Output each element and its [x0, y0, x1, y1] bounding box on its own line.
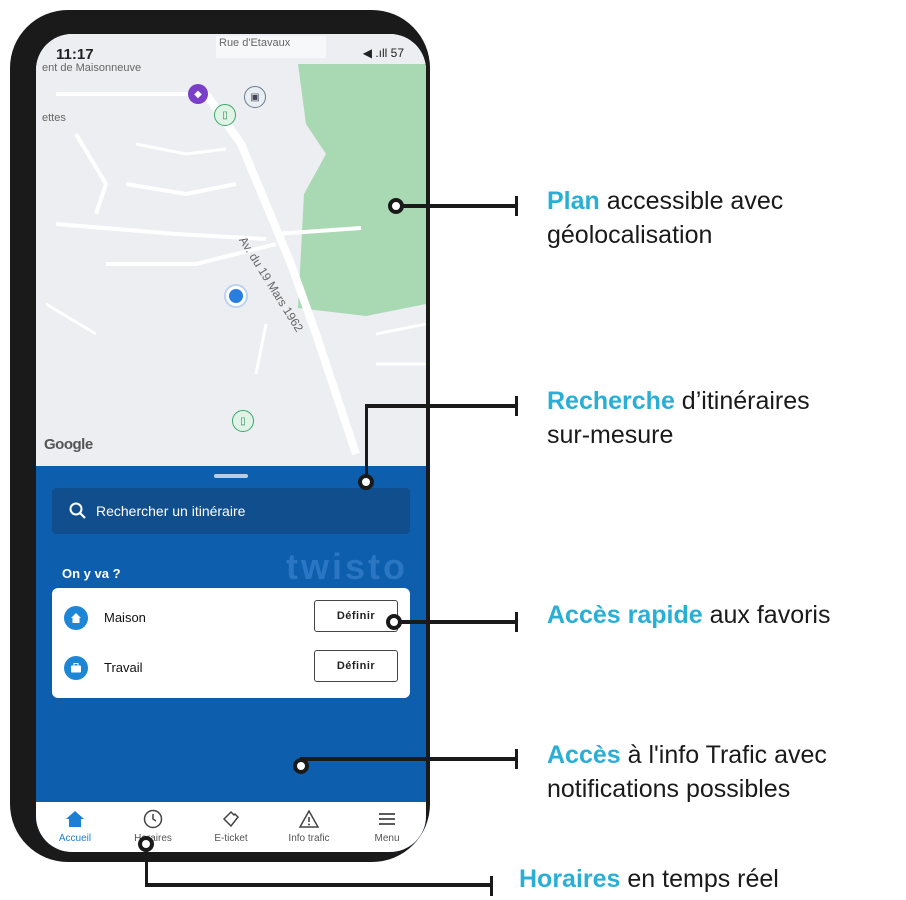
status-icons: ◀ .ıll 57: [362, 46, 404, 60]
callout-bold: Accès: [547, 741, 621, 769]
itinerary-search-input[interactable]: Rechercher un itinéraire: [52, 488, 410, 534]
callout-line-cap: [515, 196, 518, 216]
search-placeholder: Rechercher un itinéraire: [96, 503, 246, 519]
status-time: 11:17: [56, 46, 94, 63]
nav-label: Menu: [374, 833, 400, 844]
callout-text: en temps réel: [620, 865, 779, 893]
callout-text-line2: notifications possibles: [547, 775, 791, 803]
callout-line: [300, 757, 515, 761]
callout-bold: Accès rapide: [547, 601, 703, 629]
favorite-row-maison[interactable]: Maison Définir: [52, 596, 410, 640]
nav-label: Accueil: [58, 833, 92, 844]
building-poi-icon[interactable]: ▣: [244, 86, 266, 108]
favorite-label: Maison: [104, 610, 146, 625]
nav-eticket[interactable]: E-ticket: [192, 808, 270, 852]
callout-bold: Plan: [547, 187, 600, 215]
bottom-sheet: Rechercher un itinéraire twisto On y va …: [36, 466, 426, 852]
callout-line: [365, 404, 515, 408]
callout-plan: Plan accessible avec géolocalisation: [547, 184, 783, 252]
home-icon: [64, 606, 88, 630]
warning-icon: [298, 809, 320, 828]
bus-stop-poi-icon[interactable]: ▯: [214, 104, 236, 126]
bottom-nav: Accueil Horaires E-ticket Info trafic Me…: [36, 802, 426, 852]
callout-text: aux favoris: [702, 601, 831, 629]
callout-text: accessible avec: [599, 187, 784, 215]
callout-text-line2: sur-mesure: [547, 421, 674, 449]
callout-marker: [358, 474, 374, 490]
callout-line-cap: [515, 396, 518, 416]
home-icon: [66, 811, 84, 827]
callout-line: [145, 883, 490, 887]
favorites-card: Maison Définir Travail Définir: [52, 588, 410, 698]
map-place-label-2: ettes: [42, 112, 66, 124]
favorite-label: Travail: [104, 660, 143, 675]
callout-bold: Horaires: [519, 865, 621, 893]
nav-label: Info trafic: [288, 833, 330, 844]
nav-label: E-ticket: [214, 833, 248, 844]
callout-info-trafic: Accès à l'info Trafic avec notifications…: [547, 738, 827, 806]
define-home-button[interactable]: Définir: [314, 600, 398, 632]
briefcase-icon: [64, 656, 88, 680]
callout-recherche: Recherche d’itinéraires sur-mesure: [547, 384, 810, 452]
callout-horaires: Horaires en temps réel: [519, 862, 779, 896]
menu-icon: [379, 813, 395, 825]
callout-line-cap: [515, 612, 518, 632]
callout-text: d’itinéraires: [674, 387, 810, 415]
ticket-icon: [222, 810, 239, 828]
callout-text-line2: géolocalisation: [547, 221, 713, 249]
callout-text: à l'info Trafic avec: [620, 741, 827, 769]
user-location-icon: [226, 286, 246, 306]
nav-menu[interactable]: Menu: [348, 808, 426, 852]
callout-line: [145, 850, 148, 886]
callout-line-cap: [490, 876, 493, 896]
search-icon: [69, 502, 86, 519]
callout-marker: [386, 614, 402, 630]
clock-icon: [143, 809, 163, 829]
nav-accueil[interactable]: Accueil: [36, 808, 114, 852]
define-work-button[interactable]: Définir: [314, 650, 398, 682]
map-place-label: ent de Maisonneuve: [42, 62, 142, 74]
section-title: On y va ?: [62, 566, 121, 581]
map-street-label: Rue d'Etavaux: [219, 37, 291, 49]
callout-line-cap: [515, 749, 518, 769]
twisto-logo: twisto: [286, 546, 408, 587]
school-poi-icon[interactable]: ◆: [188, 84, 208, 104]
callout-line: [365, 405, 368, 475]
callout-marker: [388, 198, 404, 214]
callout-favoris: Accès rapide aux favoris: [547, 598, 830, 632]
google-logo: Google: [44, 436, 93, 453]
callout-line: [401, 620, 515, 624]
favorite-row-travail[interactable]: Travail Définir: [52, 646, 410, 690]
bus-stop-poi-icon[interactable]: ▯: [232, 410, 254, 432]
callout-line: [403, 204, 515, 208]
callout-bold: Recherche: [547, 387, 675, 415]
nav-info-trafic[interactable]: Info trafic: [270, 808, 348, 852]
sheet-drag-handle[interactable]: [214, 474, 248, 478]
